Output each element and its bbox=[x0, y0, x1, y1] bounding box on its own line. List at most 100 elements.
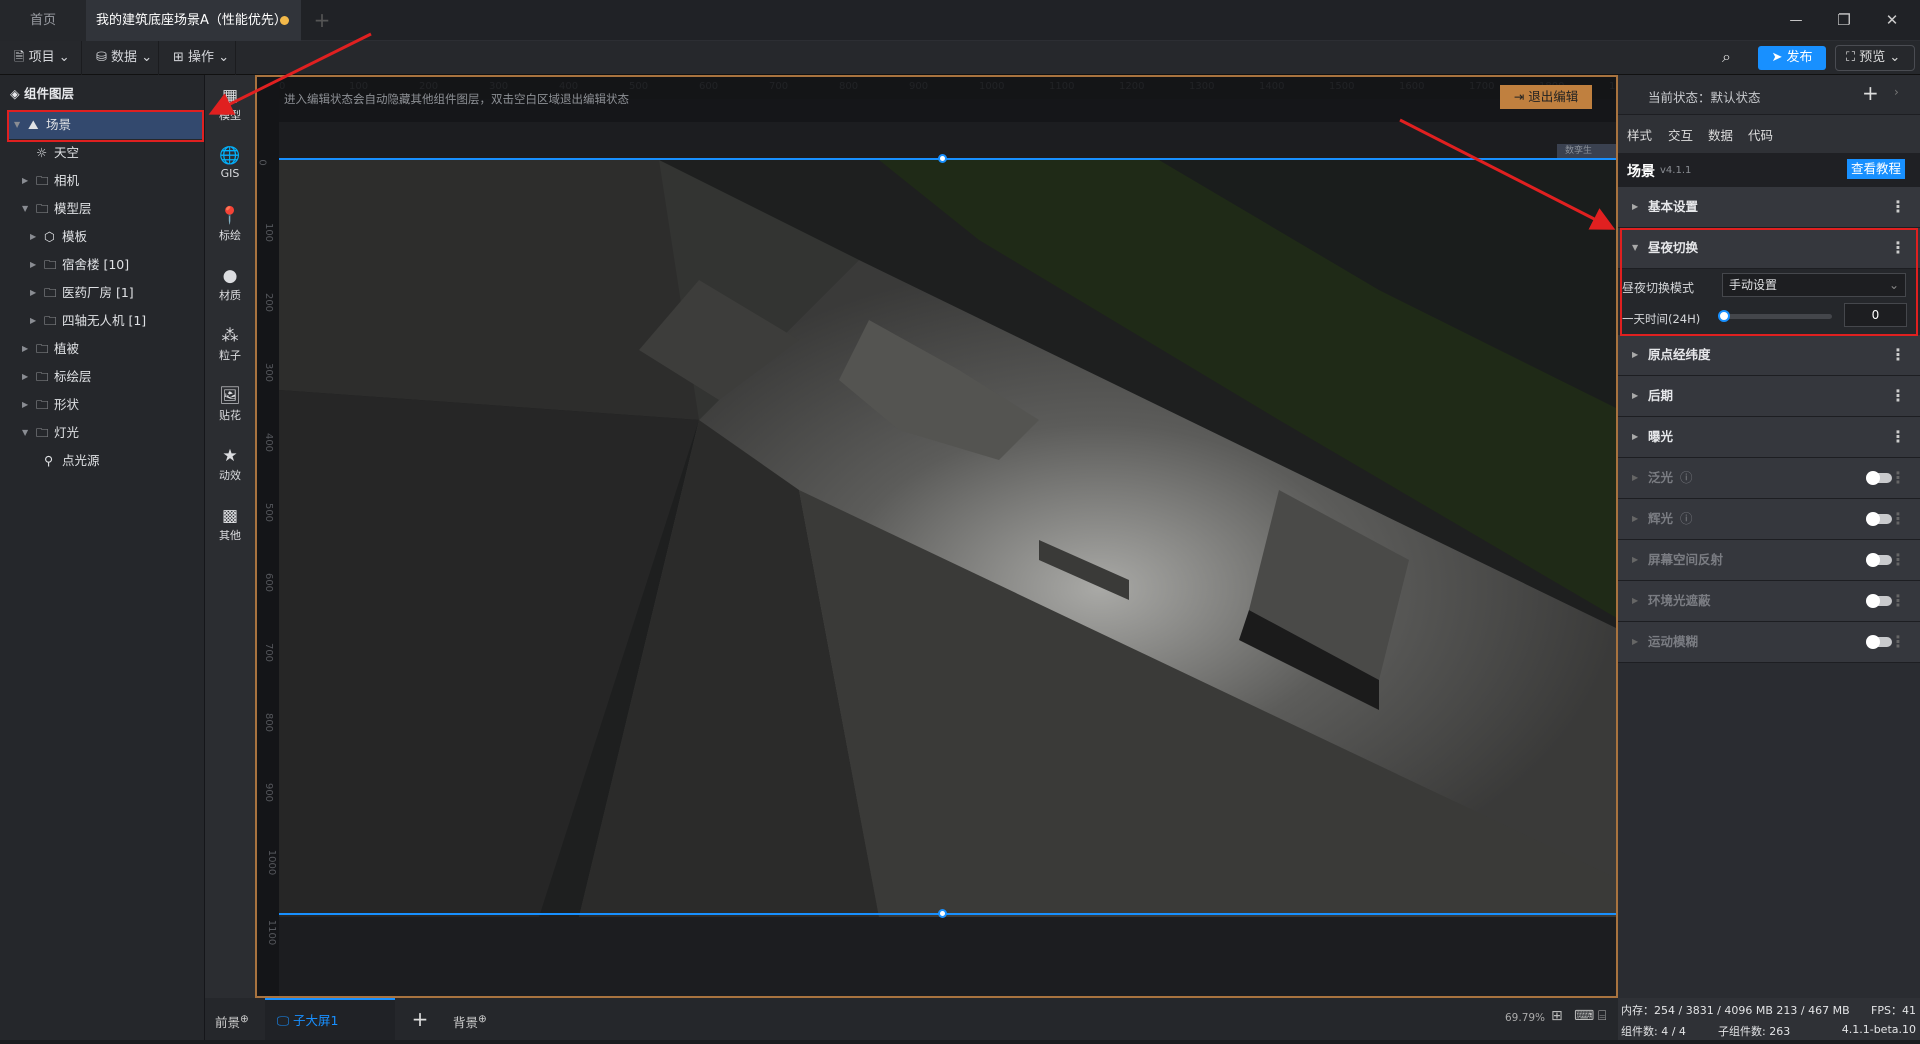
layer-item[interactable]: ▶ ⬡ 模板 bbox=[8, 223, 203, 251]
caret-down-icon[interactable]: ▼ bbox=[22, 195, 28, 223]
section-item[interactable]: ▶ 环境光遮蔽 ⋮ bbox=[1618, 581, 1920, 622]
add-circle-icon[interactable]: ⊕ bbox=[478, 1013, 487, 1025]
more-vertical-icon[interactable]: ⋮ bbox=[1890, 540, 1906, 580]
tab-scene[interactable]: 我的建筑底座场景A（性能优先） bbox=[86, 0, 301, 41]
chevron-right-icon[interactable]: › bbox=[1894, 85, 1899, 99]
component-1[interactable]: 🌐 GIS bbox=[205, 145, 255, 180]
caret-right-icon[interactable]: ▶ bbox=[30, 307, 36, 335]
restore-button[interactable]: ❐ bbox=[1824, 0, 1864, 41]
layer-item[interactable]: ▶ 🗀 形状 bbox=[8, 391, 203, 419]
layer-item[interactable]: ⚲ 点光源 bbox=[8, 447, 203, 475]
add-circle-icon[interactable]: ⊕ bbox=[240, 1013, 249, 1025]
scene-canvas[interactable]: 0100200300400500600700800900100011001200… bbox=[255, 75, 1618, 998]
layer-item[interactable]: ▼ ⛰ 场景 bbox=[8, 111, 203, 139]
section-basic-settings[interactable]: ▶ 基本设置 ⋮ bbox=[1618, 187, 1920, 228]
layer-item[interactable]: ▶ 🗀 四轴无人机 [1] bbox=[8, 307, 203, 335]
section-item[interactable]: ▶ 后期 ⋮ bbox=[1618, 376, 1920, 417]
minimize-button[interactable]: — bbox=[1776, 0, 1816, 41]
section-item[interactable]: ▶ 辉光 ⓘ ⋮ bbox=[1618, 499, 1920, 540]
section-item[interactable]: ▶ 泛光 ⓘ ⋮ bbox=[1618, 458, 1920, 499]
component-4[interactable]: ⁂ 粒子 bbox=[205, 325, 255, 363]
section-item[interactable]: ▶ 屏幕空间反射 ⋮ bbox=[1618, 540, 1920, 581]
toggle-switch[interactable] bbox=[1866, 471, 1892, 485]
section-item[interactable]: ▶ 曝光 ⋮ bbox=[1618, 417, 1920, 458]
layer-item[interactable]: ▶ 🗀 宿舍楼 [10] bbox=[8, 251, 203, 279]
caret-right-icon[interactable]: ▶ bbox=[30, 279, 36, 307]
menu-operate[interactable]: ⊞ 操作 ⌄ bbox=[159, 41, 236, 75]
caret-right-icon[interactable]: ▶ bbox=[30, 251, 36, 279]
more-vertical-icon[interactable]: ⋮ bbox=[1890, 376, 1906, 416]
toggle-switch[interactable] bbox=[1866, 594, 1892, 608]
component-3[interactable]: ● 材质 bbox=[205, 265, 255, 303]
keyboard-icon[interactable]: ⌨ bbox=[1574, 1008, 1594, 1024]
toggle-switch[interactable] bbox=[1866, 512, 1892, 526]
component-version: v4.1.1 bbox=[1660, 165, 1692, 176]
screen-label: 子大屏1 bbox=[293, 1013, 339, 1028]
add-screen-button[interactable]: + bbox=[405, 998, 435, 1040]
section-item[interactable]: ▶ 原点经纬度 ⋮ bbox=[1618, 335, 1920, 376]
layer-item[interactable]: ▶ 🗀 植被 bbox=[8, 335, 203, 363]
caret-right-icon[interactable]: ▶ bbox=[30, 223, 36, 251]
tab-1[interactable]: 交互 bbox=[1668, 125, 1693, 153]
search-icon[interactable]: ⌕ bbox=[1722, 47, 1731, 67]
tutorial-button[interactable]: 查看教程 bbox=[1847, 159, 1905, 179]
component-2[interactable]: 📍 标绘 bbox=[205, 205, 255, 243]
toggle-switch[interactable] bbox=[1866, 553, 1892, 567]
section-item[interactable]: ▶ 运动模糊 ⋮ bbox=[1618, 622, 1920, 663]
tab-0[interactable]: 样式 bbox=[1620, 125, 1660, 155]
resize-handle-bottom[interactable] bbox=[938, 909, 947, 918]
ruler-tick-label: 0 bbox=[256, 159, 268, 166]
preview-button[interactable]: ⛶ 预览 ⌄ bbox=[1835, 45, 1915, 71]
layer-item[interactable]: ▼ 🗀 模型层 bbox=[8, 195, 203, 223]
more-vertical-icon[interactable]: ⋮ bbox=[1890, 187, 1906, 227]
caret-right-icon[interactable]: ▶ bbox=[22, 391, 28, 419]
unsaved-dot-icon bbox=[280, 16, 289, 25]
component-5[interactable]: 🖼 贴花 bbox=[205, 385, 255, 423]
exit-edit-button[interactable]: ⇥ 退出编辑 bbox=[1500, 85, 1592, 109]
layer-item[interactable]: ☼ 天空 bbox=[8, 139, 203, 167]
layer-item[interactable]: ▼ 🗀 灯光 bbox=[8, 419, 203, 447]
component-label: 其他 bbox=[219, 529, 241, 542]
background-tab[interactable]: 背景⊕ bbox=[443, 998, 503, 1040]
menu-project[interactable]: 🗎 项目 ⌄ bbox=[0, 41, 82, 75]
more-vertical-icon[interactable]: ⋮ bbox=[1890, 335, 1906, 375]
caret-down-icon[interactable]: ▼ bbox=[14, 111, 20, 139]
caret-right-icon[interactable]: ▶ bbox=[22, 167, 28, 195]
layer-label: 宿舍楼 [10] bbox=[62, 257, 130, 272]
tab-2[interactable]: 数据 bbox=[1708, 125, 1733, 153]
new-tab-button[interactable]: + bbox=[305, 0, 339, 41]
tab-home[interactable]: 首页 bbox=[0, 0, 86, 41]
layer-item[interactable]: ▶ 🗀 医药厂房 [1] bbox=[8, 279, 203, 307]
screen-tab-active[interactable]: 🖵 子大屏1 bbox=[265, 998, 395, 1040]
help-icon[interactable]: ⓘ bbox=[1680, 499, 1693, 539]
component-6[interactable]: ★ 动效 bbox=[205, 445, 255, 483]
toggle-switch[interactable] bbox=[1866, 635, 1892, 649]
more-vertical-icon[interactable]: ⋮ bbox=[1890, 581, 1906, 621]
caret-right-icon[interactable]: ▶ bbox=[22, 335, 28, 363]
layer-item[interactable]: ▶ 🗀 标绘层 bbox=[8, 363, 203, 391]
foreground-tab[interactable]: 前景⊕ bbox=[205, 998, 265, 1040]
caret-right-icon[interactable]: ▶ bbox=[22, 363, 28, 391]
component-7[interactable]: ▩ 其他 bbox=[205, 505, 255, 543]
caret-right-icon: ▶ bbox=[1632, 596, 1639, 605]
add-state-button[interactable]: + bbox=[1862, 81, 1879, 105]
tab-3[interactable]: 代码 bbox=[1748, 125, 1773, 153]
layer-item[interactable]: ▶ 🗀 相机 bbox=[8, 167, 203, 195]
more-vertical-icon[interactable]: ⋮ bbox=[1890, 458, 1906, 498]
3d-scene-view[interactable] bbox=[279, 160, 1618, 917]
close-button[interactable]: ✕ bbox=[1872, 0, 1912, 41]
terminal-icon[interactable]: ⌸ bbox=[1598, 1008, 1606, 1024]
caret-right-icon: ▶ bbox=[1632, 202, 1639, 211]
menu-data[interactable]: ⛁ 数据 ⌄ bbox=[82, 41, 159, 75]
caret-down-icon[interactable]: ▼ bbox=[22, 419, 28, 447]
fit-screen-icon[interactable]: ⊞ bbox=[1551, 1008, 1563, 1024]
resize-handle-top[interactable] bbox=[938, 154, 947, 163]
more-vertical-icon[interactable]: ⋮ bbox=[1890, 622, 1906, 662]
background-label: 背景 bbox=[453, 1015, 479, 1031]
toolbar: 🗎 项目 ⌄ ⛁ 数据 ⌄ ⊞ 操作 ⌄ ⌕ ➤ 发布 ⛶ 预览 ⌄ bbox=[0, 41, 1920, 75]
help-icon[interactable]: ⓘ bbox=[1680, 458, 1693, 498]
component-0[interactable]: ▦ 模型 bbox=[205, 85, 255, 123]
more-vertical-icon[interactable]: ⋮ bbox=[1890, 499, 1906, 539]
publish-button[interactable]: ➤ 发布 bbox=[1758, 46, 1826, 70]
more-vertical-icon[interactable]: ⋮ bbox=[1890, 417, 1906, 457]
